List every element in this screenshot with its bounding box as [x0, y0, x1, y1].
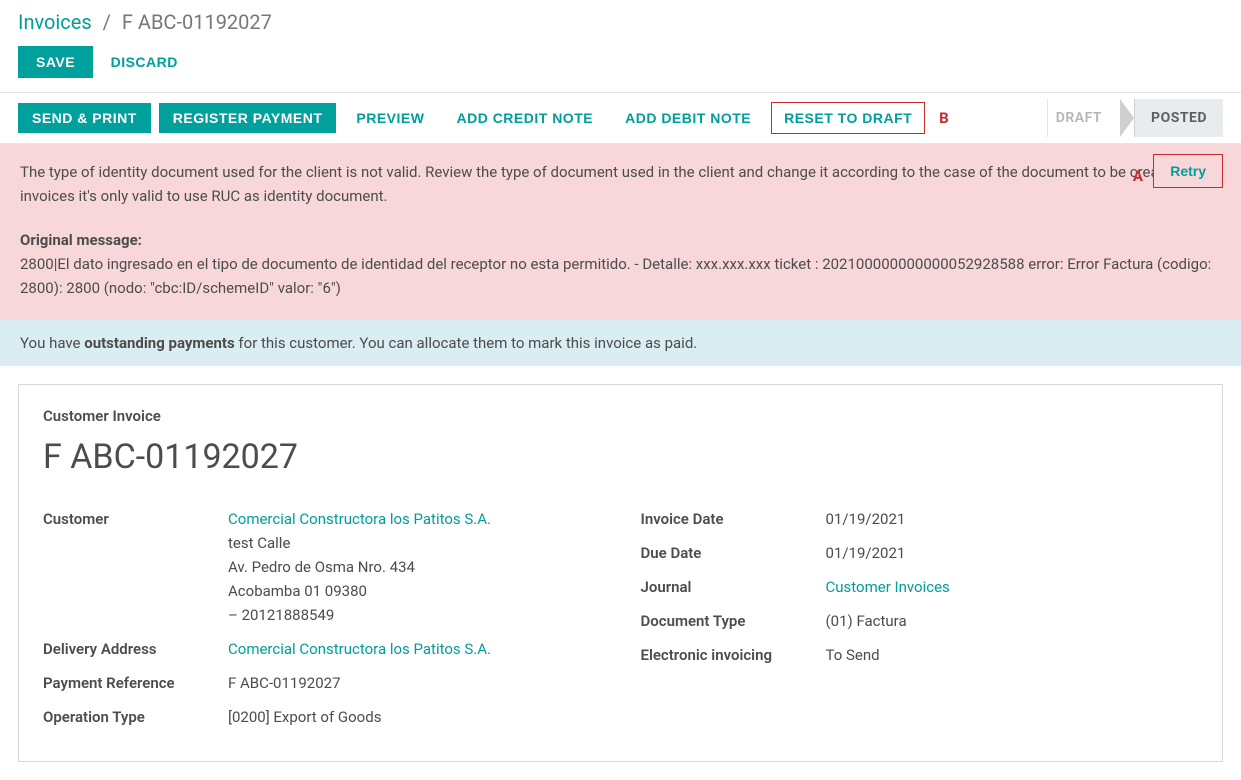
- right-column: Invoice Date 01/19/2021 Due Date 01/19/2…: [641, 507, 1199, 739]
- customer-link[interactable]: Comercial Constructora los Patitos S.A.: [228, 507, 491, 531]
- invoice-date-label: Invoice Date: [641, 507, 826, 531]
- status-posted[interactable]: POSTED: [1134, 99, 1223, 137]
- payment-reference-value: F ABC-01192027: [228, 671, 341, 695]
- customer-addr-4: – 20121888549: [228, 603, 491, 627]
- error-original-label: Original message:: [20, 228, 1221, 252]
- electronic-invoicing-value: To Send: [826, 643, 880, 667]
- breadcrumb-current: F ABC-01192027: [122, 10, 272, 34]
- retry-button[interactable]: Retry: [1153, 154, 1223, 188]
- breadcrumb: Invoices / F ABC-01192027: [0, 0, 1241, 38]
- breadcrumb-separator: /: [103, 10, 111, 34]
- register-payment-button[interactable]: REGISTER PAYMENT: [159, 103, 337, 133]
- journal-link[interactable]: Customer Invoices: [826, 578, 950, 596]
- add-debit-note-button[interactable]: ADD DEBIT NOTE: [613, 103, 763, 133]
- customer-addr-1: test Calle: [228, 531, 491, 555]
- operation-type-label: Operation Type: [43, 705, 228, 729]
- breadcrumb-parent-link[interactable]: Invoices: [18, 10, 92, 34]
- info-post: for this customer. You can allocate them…: [235, 334, 698, 352]
- info-alert: You have outstanding payments for this c…: [0, 320, 1241, 366]
- add-credit-note-button[interactable]: ADD CREDIT NOTE: [444, 103, 605, 133]
- action-toolbar: SEND & PRINT REGISTER PAYMENT PREVIEW AD…: [0, 92, 1241, 144]
- operation-type-value: [0200] Export of Goods: [228, 705, 381, 729]
- reset-to-draft-button[interactable]: RESET TO DRAFT: [771, 102, 925, 134]
- status-bar: DRAFT POSTED: [1047, 99, 1223, 137]
- form-sheet: Customer Invoice F ABC-01192027 Customer…: [18, 384, 1223, 762]
- invoice-date-value: 01/19/2021: [826, 507, 906, 531]
- info-pre: You have: [20, 334, 84, 352]
- annotation-a: A: [1133, 164, 1143, 188]
- error-alert: A Retry The type of identity document us…: [0, 144, 1241, 320]
- journal-label: Journal: [641, 575, 826, 599]
- customer-addr-3: Acobamba 01 09380: [228, 579, 491, 603]
- due-date-label: Due Date: [641, 541, 826, 565]
- document-type-value: (01) Factura: [826, 609, 907, 633]
- status-draft[interactable]: DRAFT: [1048, 99, 1120, 137]
- customer-addr-2: Av. Pedro de Osma Nro. 434: [228, 555, 491, 579]
- sheet-title: F ABC-01192027: [43, 437, 1198, 477]
- discard-button[interactable]: DISCARD: [97, 46, 192, 78]
- customer-value: Comercial Constructora los Patitos S.A. …: [228, 507, 491, 627]
- customer-label: Customer: [43, 507, 228, 627]
- due-date-value: 01/19/2021: [826, 541, 906, 565]
- save-button[interactable]: SAVE: [18, 46, 93, 78]
- error-main-text: The type of identity document used for t…: [20, 160, 1221, 208]
- delivery-address-label: Delivery Address: [43, 637, 228, 661]
- send-print-button[interactable]: SEND & PRINT: [18, 103, 151, 133]
- sheet-label: Customer Invoice: [43, 407, 1198, 425]
- document-type-label: Document Type: [641, 609, 826, 633]
- payment-reference-label: Payment Reference: [43, 671, 228, 695]
- error-original-body: 2800|El dato ingresado en el tipo de doc…: [20, 252, 1221, 300]
- info-bold: outstanding payments: [84, 334, 234, 352]
- left-column: Customer Comercial Constructora los Pati…: [43, 507, 601, 739]
- annotation-b: B: [939, 109, 949, 127]
- preview-button[interactable]: PREVIEW: [344, 103, 436, 133]
- crud-row: SAVE DISCARD: [0, 38, 1241, 92]
- delivery-address-link[interactable]: Comercial Constructora los Patitos S.A.: [228, 640, 491, 658]
- electronic-invoicing-label: Electronic invoicing: [641, 643, 826, 667]
